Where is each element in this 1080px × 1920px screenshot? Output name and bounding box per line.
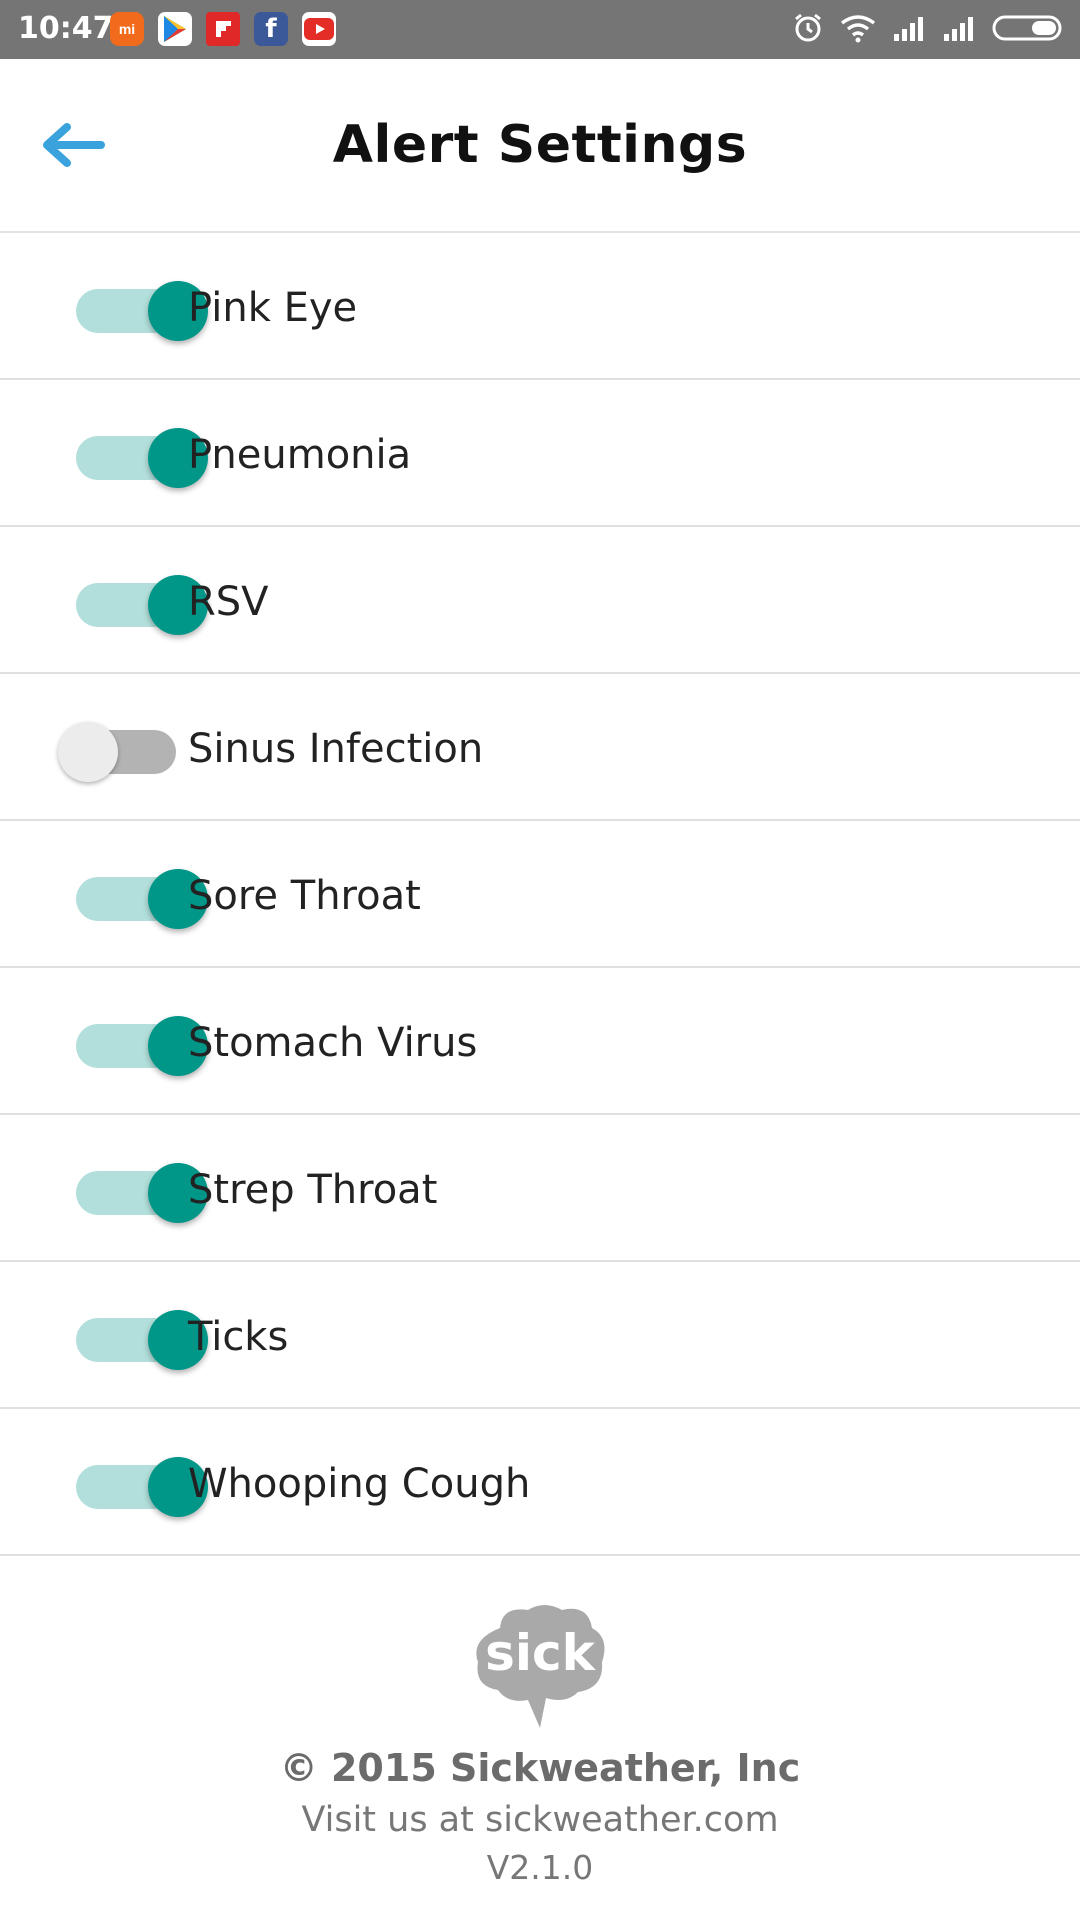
alert-row: Strep Throat xyxy=(0,1115,1080,1262)
play-store-icon xyxy=(158,12,192,46)
copyright-text: © 2015 Sickweather, Inc xyxy=(279,1746,801,1790)
footer: sick © 2015 Sickweather, Inc Visit us at… xyxy=(0,1600,1080,1887)
switch-thumb xyxy=(58,722,118,782)
notification-icons: mi f xyxy=(110,12,350,46)
alert-toggle-switch[interactable] xyxy=(58,1016,208,1076)
alert-toggle-switch[interactable] xyxy=(58,722,184,782)
status-time: 10:47 xyxy=(18,11,114,46)
sickweather-logo: sick xyxy=(476,1605,605,1728)
app-bar: Alert Settings xyxy=(0,59,1080,233)
alert-list: Pink Eye Pneumonia RSV Sinus Infection Sore … xyxy=(0,233,1080,1556)
alert-toggle-switch[interactable] xyxy=(58,1163,208,1223)
alert-label: Pink Eye xyxy=(188,285,358,331)
alert-toggle-switch[interactable] xyxy=(58,428,208,488)
website-link[interactable]: Visit us at sickweather.com xyxy=(0,1800,1080,1840)
alert-row: Whooping Cough xyxy=(0,1409,1080,1556)
battery-icon xyxy=(992,15,1062,41)
alert-row: Sore Throat xyxy=(0,821,1080,968)
youtube-icon xyxy=(302,12,336,46)
alert-row: Pneumonia xyxy=(0,380,1080,527)
status-bar: 10:47 mi f xyxy=(0,0,1080,59)
alert-toggle-switch[interactable] xyxy=(58,281,208,341)
alert-row: RSV xyxy=(0,527,1080,674)
alert-label: Ticks xyxy=(188,1314,289,1360)
page-title: Alert Settings xyxy=(332,115,748,175)
alert-row: Pink Eye xyxy=(0,233,1080,380)
alert-toggle-switch[interactable] xyxy=(58,1457,208,1517)
alert-row: Stomach Virus xyxy=(0,968,1080,1115)
alert-label: Whooping Cough xyxy=(188,1461,531,1507)
flipboard-icon xyxy=(206,12,240,46)
system-icons xyxy=(778,12,1066,44)
alert-label: Strep Throat xyxy=(188,1167,438,1213)
version-label: V2.1.0 xyxy=(486,1848,594,1887)
signal-icon xyxy=(894,17,923,41)
alert-label: Sinus Infection xyxy=(188,726,484,772)
alert-label: Pneumonia xyxy=(188,432,412,478)
alarm-icon xyxy=(795,13,821,42)
alert-row: Sinus Infection xyxy=(0,674,1080,821)
alert-label: Sore Throat xyxy=(188,873,421,919)
alert-toggle-switch[interactable] xyxy=(58,869,208,929)
signal-icon xyxy=(944,17,973,41)
alert-label: RSV xyxy=(188,579,269,625)
alert-toggle-switch[interactable] xyxy=(58,1310,208,1370)
logo-text: sick xyxy=(485,1624,597,1682)
alert-row: Ticks xyxy=(0,1262,1080,1409)
wifi-icon xyxy=(840,15,876,43)
facebook-icon: f xyxy=(254,12,288,46)
mi-icon: mi xyxy=(110,12,144,46)
alert-label: Stomach Virus xyxy=(188,1020,478,1066)
alert-toggle-switch[interactable] xyxy=(58,575,208,635)
